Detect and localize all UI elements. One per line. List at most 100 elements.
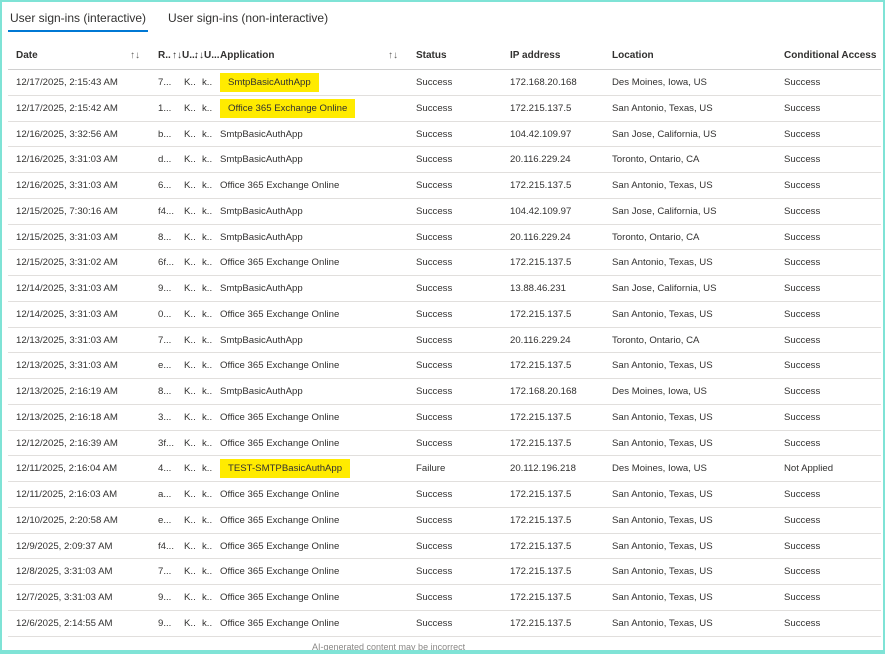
column-header-status[interactable]: Status — [416, 42, 496, 70]
cell-conditional-access: Success — [784, 173, 880, 198]
cell-request-id: e... — [158, 508, 174, 533]
cell-request-id-text: 3... — [158, 411, 172, 423]
cell-location-text: San Antonio, Texas, US — [612, 617, 713, 629]
cell-application: SmtpBasicAuthApp — [220, 199, 410, 224]
table-row[interactable]: 12/11/2025, 2:16:04 AM 4... K.. k.. TEST-SMT… — [8, 456, 881, 482]
table-row[interactable]: 12/8/2025, 3:31:03 AM 7... K.. k.. Office 36… — [8, 559, 881, 585]
cell-username: k.. — [202, 70, 212, 95]
table-row[interactable]: 12/6/2025, 2:14:55 AM 9... K.. k.. Office 36… — [8, 611, 881, 637]
cell-location: San Antonio, Texas, US — [612, 611, 772, 636]
cell-username-text: k.. — [202, 283, 212, 294]
sort-icon[interactable]: ↑↓ — [388, 42, 398, 70]
cell-status: Success — [416, 431, 496, 456]
table-row[interactable]: 12/15/2025, 7:30:16 AM f4... K.. k.. SmtpBas… — [8, 199, 881, 225]
table-row[interactable]: 12/13/2025, 3:31:03 AM 7... K.. k.. SmtpBasi… — [8, 328, 881, 354]
cell-conditional-access-text: Success — [784, 154, 821, 166]
cell-status-text: Success — [416, 283, 453, 294]
cell-status-text: Success — [416, 437, 453, 449]
table-row[interactable]: 12/12/2025, 2:16:39 AM 3f... K.. k.. Office … — [8, 431, 881, 457]
table-body: 12/17/2025, 2:15:43 AM 7... K.. k.. SmtpBasi… — [8, 70, 881, 637]
column-header-username[interactable]: ↑↓U... — [194, 42, 220, 70]
table-row[interactable]: 12/17/2025, 2:15:43 AM 7... K.. k.. SmtpBasi… — [8, 70, 881, 96]
cell-user: K.. — [184, 611, 196, 636]
cell-application-text: SmtpBasicAuthApp — [220, 283, 303, 294]
table-row[interactable]: 12/10/2025, 2:20:58 AM e... K.. k.. Office 3… — [8, 508, 881, 534]
table-row[interactable]: 12/14/2025, 3:31:03 AM 0... K.. k.. Office 3… — [8, 302, 881, 328]
cell-status: Success — [416, 585, 496, 610]
cell-date: 12/13/2025, 2:16:19 AM — [16, 379, 128, 404]
cell-request-id: 4... — [158, 456, 174, 481]
cell-conditional-access-text: Success — [784, 360, 821, 372]
table-row[interactable]: 12/13/2025, 2:16:18 AM 3... K.. k.. Office 3… — [8, 405, 881, 431]
cell-application: Office 365 Exchange Online — [220, 482, 410, 507]
cell-location-text: Toronto, Ontario, CA — [612, 231, 700, 243]
cell-location: Des Moines, Iowa, US — [612, 70, 772, 95]
table-row[interactable]: 12/14/2025, 3:31:03 AM 9... K.. k.. SmtpBasi… — [8, 276, 881, 302]
cell-application-text: SmtpBasicAuthApp — [220, 73, 319, 92]
cell-location-text: San Jose, California, US — [612, 128, 717, 140]
cell-ip-address-text: 172.215.137.5 — [510, 540, 572, 552]
cell-date-text: 12/14/2025, 3:31:03 AM — [16, 308, 118, 320]
cell-location-text: San Antonio, Texas, US — [612, 437, 713, 449]
cell-ip-address: 104.42.109.97 — [510, 199, 606, 224]
cell-conditional-access-text: Success — [784, 283, 821, 294]
cell-status-text: Failure — [416, 463, 446, 475]
table-row[interactable]: 12/13/2025, 2:16:19 AM 8... K.. k.. SmtpBasi… — [8, 379, 881, 405]
cell-request-id: 3... — [158, 405, 174, 430]
cell-user: K.. — [184, 302, 196, 327]
column-header-ip-address[interactable]: IP address — [510, 42, 606, 70]
sort-icon[interactable]: ↑↓ — [130, 42, 140, 70]
cell-location: Toronto, Ontario, CA — [612, 328, 772, 353]
cell-application-text: Office 365 Exchange Online — [220, 566, 340, 578]
cell-request-id-text: 6f... — [158, 257, 174, 269]
tab-non-interactive-sign-ins[interactable]: User sign-ins (non-interactive) — [166, 6, 330, 32]
table-row[interactable]: 12/17/2025, 2:15:42 AM 1... K.. k.. Office 3… — [8, 96, 881, 122]
cell-status: Success — [416, 276, 496, 301]
column-header-location[interactable]: Location — [612, 42, 772, 70]
cell-user-text: K.. — [184, 77, 196, 88]
cell-request-id: d... — [158, 147, 174, 172]
cell-status: Success — [416, 405, 496, 430]
table-row[interactable]: 12/13/2025, 3:31:03 AM e... K.. k.. Office 3… — [8, 353, 881, 379]
table-row[interactable]: 12/15/2025, 3:31:03 AM 8... K.. k.. SmtpBasi… — [8, 225, 881, 251]
tab-interactive-sign-ins[interactable]: User sign-ins (interactive) — [8, 6, 149, 32]
cell-ip-address-text: 172.215.137.5 — [510, 514, 572, 526]
column-header-date[interactable]: Date — [16, 42, 128, 70]
cell-location: San Antonio, Texas, US — [612, 96, 772, 121]
cell-request-id-text: f4... — [158, 540, 174, 552]
cell-application-text: Office 365 Exchange Online — [220, 617, 340, 629]
cell-conditional-access: Success — [784, 122, 880, 147]
cell-application: Office 365 Exchange Online — [220, 96, 410, 121]
cell-request-id-text: 7... — [158, 334, 172, 346]
table-row[interactable]: 12/7/2025, 3:31:03 AM 9... K.. k.. Office 36… — [8, 585, 881, 611]
cell-username: k.. — [202, 328, 212, 353]
cell-user-text: K.. — [184, 102, 196, 114]
column-header-conditional-access[interactable]: Conditional Access — [784, 42, 880, 70]
cell-user-text: K.. — [184, 257, 196, 269]
cell-date: 12/6/2025, 2:14:55 AM — [16, 611, 128, 636]
cell-ip-address: 172.215.137.5 — [510, 508, 606, 533]
cell-user-text: K.. — [184, 566, 196, 578]
cell-application-text: Office 365 Exchange Online — [220, 180, 340, 191]
table-row[interactable]: 12/9/2025, 2:09:37 AM f4... K.. k.. Office 3… — [8, 534, 881, 560]
cell-date: 12/14/2025, 3:31:03 AM — [16, 302, 128, 327]
cell-location: Des Moines, Iowa, US — [612, 456, 772, 481]
cell-ip-address: 172.215.137.5 — [510, 96, 606, 121]
cell-username: k.. — [202, 353, 212, 378]
cell-location: San Antonio, Texas, US — [612, 482, 772, 507]
cell-request-id-text: 1... — [158, 102, 172, 114]
cell-date-text: 12/14/2025, 3:31:03 AM — [16, 283, 118, 294]
cell-location-text: San Antonio, Texas, US — [612, 411, 713, 423]
cell-location-text: San Antonio, Texas, US — [612, 540, 713, 552]
cell-date-text: 12/16/2025, 3:31:03 AM — [16, 154, 118, 166]
cell-user: K.. — [184, 122, 196, 147]
table-row[interactable]: 12/11/2025, 2:16:03 AM a... K.. k.. Office 3… — [8, 482, 881, 508]
table-row[interactable]: 12/16/2025, 3:31:03 AM d... K.. k.. SmtpBasi… — [8, 147, 881, 173]
column-header-application[interactable]: Application — [220, 42, 410, 70]
table-row[interactable]: 12/15/2025, 3:31:02 AM 6f... K.. k.. Office … — [8, 250, 881, 276]
table-row[interactable]: 12/16/2025, 3:32:56 AM b... K.. k.. SmtpBasi… — [8, 122, 881, 148]
cell-ip-address: 172.215.137.5 — [510, 585, 606, 610]
table-row[interactable]: 12/16/2025, 3:31:03 AM 6... K.. k.. Office 3… — [8, 173, 881, 199]
cell-ip-address: 172.215.137.5 — [510, 353, 606, 378]
cell-application: SmtpBasicAuthApp — [220, 379, 410, 404]
